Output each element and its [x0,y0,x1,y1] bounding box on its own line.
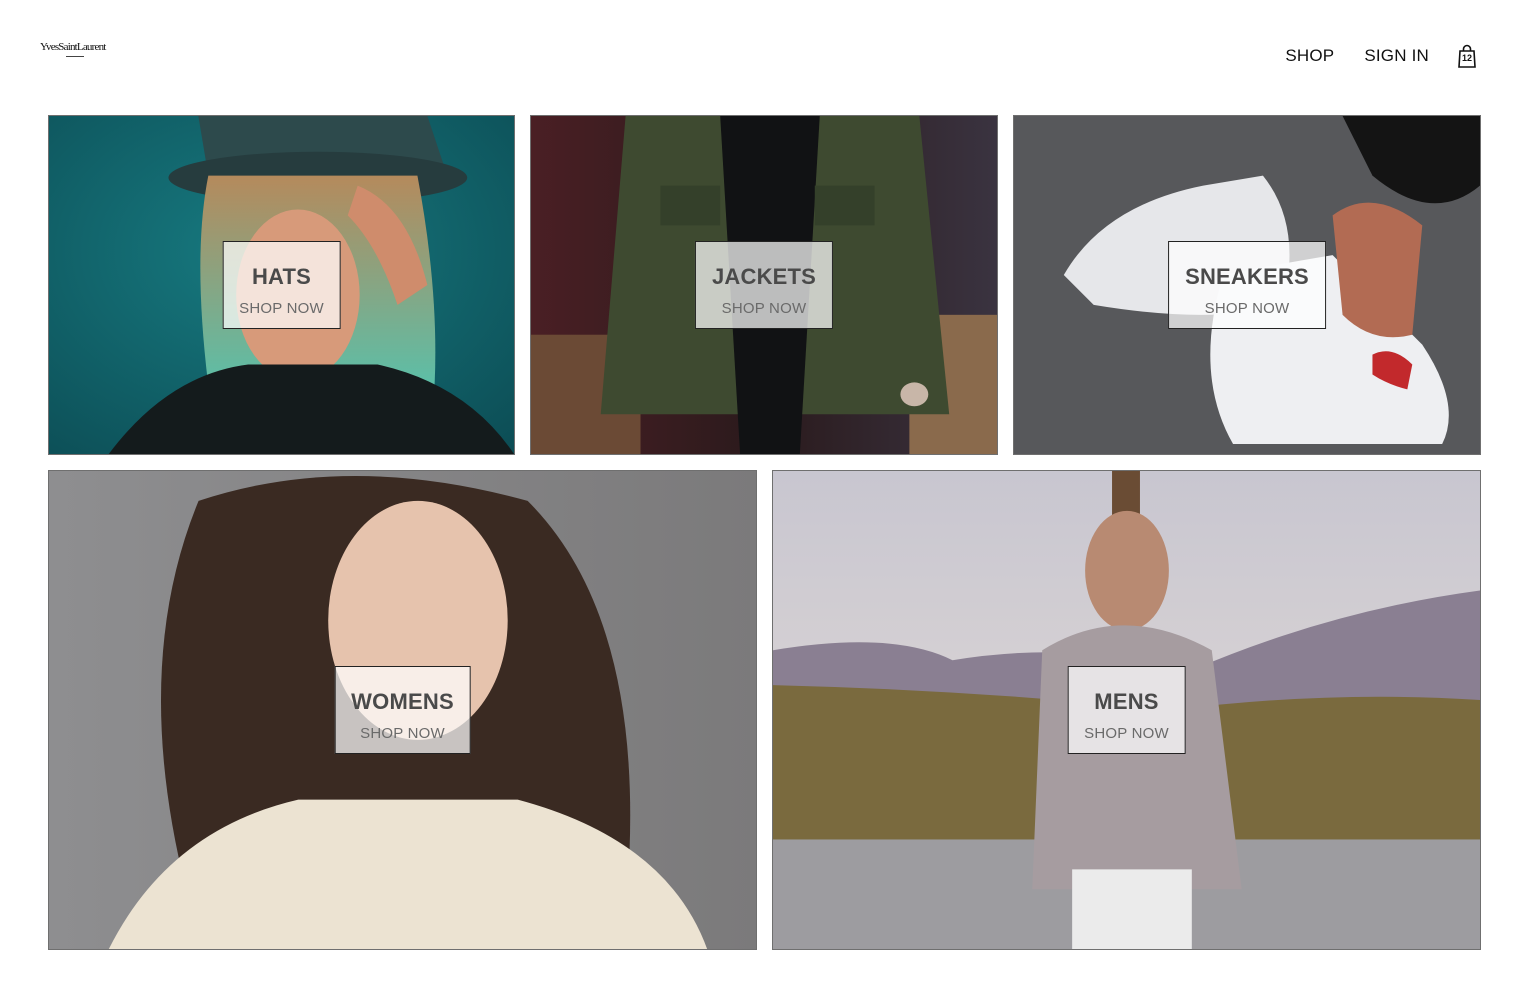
category-title: WOMENS [351,689,454,714]
shop-now-link[interactable]: SHOP NOW [239,300,324,317]
main-nav: SHOP SIGN IN 12 [1255,44,1478,68]
shop-now-link[interactable]: SHOP NOW [1084,725,1169,742]
site-header: YvesSaintLaurent SHOP SIGN IN 12 [0,0,1528,110]
category-tile-womens[interactable]: WOMENS SHOP NOW [48,470,757,950]
category-tile-mens[interactable]: MENS SHOP NOW [772,470,1481,950]
logo-underline [66,56,84,58]
category-tile-sneakers[interactable]: SNEAKERS SHOP NOW [1013,115,1481,455]
category-label-box: MENS SHOP NOW [1067,666,1186,754]
category-label-box: WOMENS SHOP NOW [334,666,471,754]
category-tile-hats[interactable]: HATS SHOP NOW [48,115,515,455]
category-title: SNEAKERS [1185,264,1309,289]
category-title: JACKETS [711,264,817,289]
category-label-box: SNEAKERS SHOP NOW [1168,241,1326,329]
cart-button[interactable]: 12 [1456,44,1478,68]
shop-now-link[interactable]: SHOP NOW [1185,300,1309,317]
category-tile-jackets[interactable]: JACKETS SHOP NOW [530,115,998,455]
shop-now-link[interactable]: SHOP NOW [712,300,816,317]
brand-logo-text: YvesSaintLaurent [40,41,106,53]
category-title: MENS [1094,689,1159,714]
nav-sign-in-link[interactable]: SIGN IN [1364,46,1429,66]
brand-logo[interactable]: YvesSaintLaurent [40,42,112,66]
cart-count: 12 [1461,53,1472,63]
category-label-box: HATS SHOP NOW [222,241,341,329]
shop-now-link[interactable]: SHOP NOW [351,725,454,742]
category-label-box: JACKETS SHOP NOW [694,241,834,329]
nav-shop-link[interactable]: SHOP [1285,46,1334,66]
category-title: HATS [251,264,312,289]
